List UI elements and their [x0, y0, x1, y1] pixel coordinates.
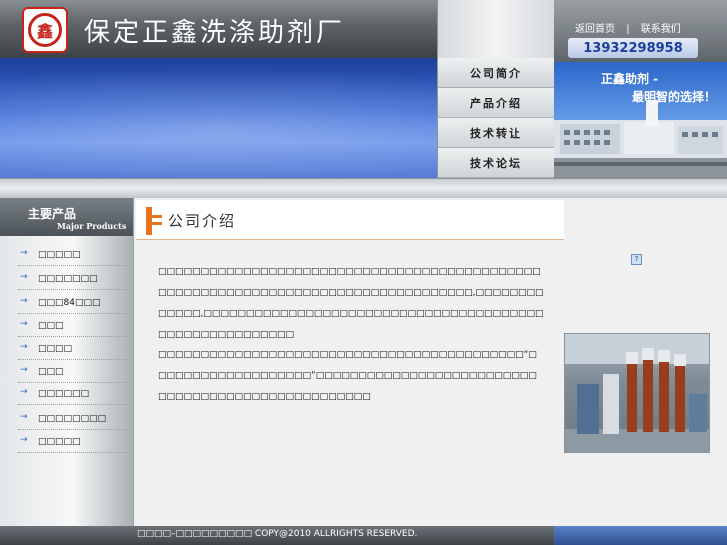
- header-banner: 正鑫助剂 - 最明智的选择！: [554, 62, 727, 178]
- sidebar-item-label: □□□□: [38, 344, 73, 354]
- arrow-icon: →: [20, 296, 28, 306]
- sidebar-item[interactable]: → □□□: [18, 361, 128, 383]
- equipment-illustration: [565, 334, 709, 452]
- sidebar-item[interactable]: → □□□□□: [18, 431, 128, 453]
- sidebar-item[interactable]: → □□□□□: [18, 244, 128, 266]
- arrow-icon: →: [20, 435, 28, 445]
- sidebar-item-label: □□□□□□: [38, 389, 90, 399]
- factory-equipment-photo: [564, 333, 710, 453]
- arrow-icon: →: [20, 248, 28, 258]
- sidebar-subtitle: Major Products: [57, 221, 127, 231]
- logo-band: 鑫 保定正鑫洗涤助剂厂: [0, 0, 437, 58]
- sidebar-item-label: □□□: [38, 367, 64, 377]
- section-bullet-icon: [142, 207, 162, 235]
- nav-item-company-profile[interactable]: 公司简介: [438, 58, 554, 88]
- logo-seal[interactable]: 鑫: [22, 7, 68, 53]
- intro-paragraph-1: □□□□□□□□□□□□□□□□□□□□□□□□□□□□□□□□□□□□□□□□…: [158, 267, 544, 340]
- nav-item-products[interactable]: 产品介绍: [438, 88, 554, 118]
- sidebar-item[interactable]: → □□□84□□□: [18, 292, 128, 314]
- banner-slogan-line2: 最明智的选择！: [632, 90, 717, 104]
- sidebar-item-label: □□□□□□□: [38, 274, 98, 284]
- footer: □□□□–□□□□□□□□□ COPY@2010 ALLRIGHTS RESER…: [0, 526, 727, 545]
- sidebar-item-label: □□□□□: [38, 250, 81, 260]
- sidebar-item[interactable]: → □□□□: [18, 338, 128, 360]
- sidebar: 主要产品 Major Products → □□□□□ → □□□□□□□ → □□□…: [0, 198, 133, 526]
- sidebar-item[interactable]: → □□□: [18, 315, 128, 337]
- phone-number: 13932298958: [568, 38, 698, 58]
- footer-copyright: □□□□–□□□□□□□□□ COPY@2010 ALLRIGHTS RESER…: [137, 529, 418, 539]
- arrow-icon: →: [20, 319, 28, 329]
- nav-item-tech-forum[interactable]: 技术论坛: [438, 148, 554, 178]
- banner-slogan-line1: 正鑫助剂 -: [601, 72, 659, 86]
- section-header: 公司介绍: [136, 200, 564, 240]
- main-nav: 公司简介 产品介绍 技术转让 技术论坛: [437, 0, 554, 178]
- arrow-icon: →: [20, 365, 28, 375]
- arrow-icon: →: [20, 387, 28, 397]
- contact-link[interactable]: 联系我们: [641, 24, 681, 35]
- company-name: 保定正鑫洗涤助剂厂: [84, 18, 346, 48]
- sidebar-item[interactable]: → □□□□□□: [18, 383, 128, 405]
- header-divider: [0, 178, 727, 198]
- nav-item-technology-transfer[interactable]: 技术转让: [438, 118, 554, 148]
- logo-mark: 鑫: [28, 13, 62, 47]
- footer-right-decoration: [554, 526, 727, 545]
- header-blue-banner: [0, 58, 437, 178]
- sidebar-header: 主要产品 Major Products: [0, 198, 133, 236]
- top-links: 返回首页 | 联系我们: [575, 20, 689, 35]
- sidebar-title: 主要产品: [28, 207, 77, 221]
- section-title: 公司介绍: [168, 212, 237, 230]
- sidebar-item[interactable]: → □□□□□□□□: [18, 408, 128, 430]
- home-link[interactable]: 返回首页: [575, 24, 615, 35]
- main-content: 公司介绍 □□□□□□□□□□□□□□□□□□□□□□□□□□□□□□□□□□□…: [133, 198, 727, 526]
- sidebar-item-label: □□□□□: [38, 437, 81, 447]
- sidebar-item-label: □□□□□□□□: [38, 414, 107, 424]
- intro-paragraph-2: □□□□□□□□□□□□□□□□□□□□□□□□□□□□□□□□□□□□□□□□…: [158, 350, 537, 402]
- link-separator: |: [626, 24, 630, 35]
- page: 鑫 保定正鑫洗涤助剂厂 公司简介 产品介绍 技术转让 技术论坛 返回首页 | 联…: [0, 0, 727, 545]
- site-header: 鑫 保定正鑫洗涤助剂厂 公司简介 产品介绍 技术转让 技术论坛 返回首页 | 联…: [0, 0, 727, 178]
- broken-image-icon: ?: [631, 254, 642, 265]
- arrow-icon: →: [20, 272, 28, 282]
- sidebar-item[interactable]: → □□□□□□□: [18, 268, 128, 290]
- arrow-icon: →: [20, 412, 28, 422]
- arrow-icon: →: [20, 342, 28, 352]
- sidebar-item-label: □□□: [38, 321, 64, 331]
- sidebar-item-label: □□□84□□□: [38, 298, 101, 308]
